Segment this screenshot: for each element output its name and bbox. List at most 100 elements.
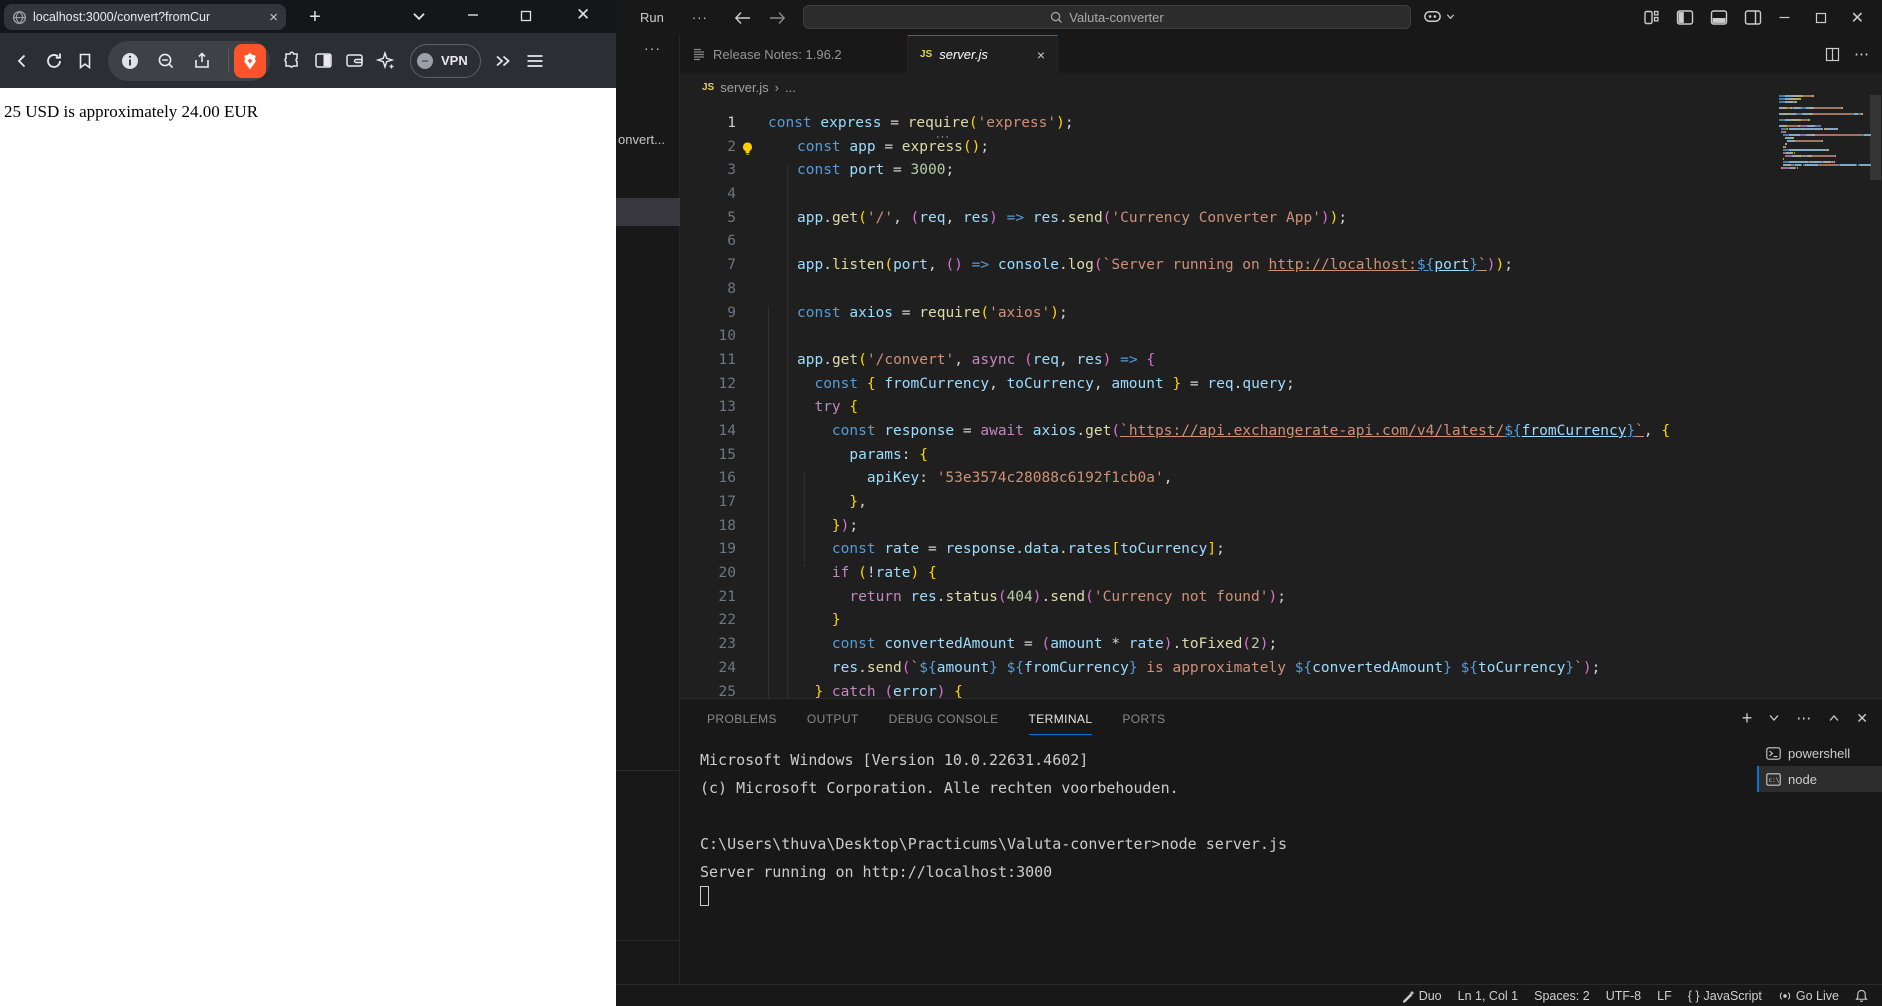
- overflow-chevrons-icon[interactable]: [493, 52, 513, 70]
- code-line[interactable]: const rate = response.data.rates[toCurre…: [768, 538, 1670, 562]
- new-tab-button[interactable]: +: [302, 5, 328, 29]
- new-terminal-icon[interactable]: +: [1742, 708, 1753, 729]
- editor-more-actions-icon[interactable]: ⋯: [1854, 45, 1870, 63]
- panel-tab-debug-console[interactable]: DEBUG CONSOLE: [889, 702, 999, 734]
- vpn-button[interactable]: − VPN: [410, 43, 481, 78]
- code-line[interactable]: const response = await axios.get(`https:…: [768, 420, 1670, 444]
- minimap[interactable]: [1779, 95, 1871, 170]
- code-line[interactable]: [768, 325, 1670, 349]
- editor-code-lines[interactable]: const express = require('express'); const…: [768, 112, 1670, 698]
- code-line[interactable]: [768, 278, 1670, 302]
- code-line[interactable]: } catch (error) {: [768, 681, 1670, 699]
- code-line[interactable]: app.get('/', (req, res) => res.send('Cur…: [768, 207, 1670, 231]
- panel-tab-terminal[interactable]: TERMINAL: [1028, 702, 1093, 735]
- nav-forward-icon[interactable]: [769, 11, 786, 25]
- code-line[interactable]: res.send(`${amount} ${fromCurrency} is a…: [768, 657, 1670, 681]
- browser-minimize-button[interactable]: [462, 8, 484, 22]
- status-item-encoding[interactable]: UTF-8: [1606, 989, 1641, 1003]
- status-item-language[interactable]: { } JavaScript: [1688, 989, 1762, 1003]
- sidebar-more-actions[interactable]: ···: [644, 40, 661, 56]
- panel-maximize-chevron-icon[interactable]: [1829, 714, 1839, 722]
- code-line[interactable]: const app = express();: [768, 136, 1670, 160]
- nav-back-icon[interactable]: [734, 11, 751, 25]
- terminal-dropdown-chevron-icon[interactable]: [1769, 714, 1779, 722]
- code-line[interactable]: params: {: [768, 444, 1670, 468]
- panel-tab-output[interactable]: OUTPUT: [807, 702, 859, 734]
- toggle-panel-icon[interactable]: [1710, 9, 1728, 26]
- tab-close-icon[interactable]: ×: [269, 10, 278, 25]
- code-line[interactable]: const port = 3000;: [768, 159, 1670, 183]
- toggle-secondary-sidebar-icon[interactable]: [1744, 9, 1762, 26]
- code-line[interactable]: const { fromCurrency, toCurrency, amount…: [768, 373, 1670, 397]
- bookmark-icon[interactable]: [76, 52, 94, 70]
- status-item-eol[interactable]: LF: [1657, 989, 1672, 1003]
- menu-run[interactable]: Run: [632, 7, 672, 28]
- menu-more-ellipsis[interactable]: ···: [684, 7, 716, 28]
- brave-rewards-icon[interactable]: [234, 43, 266, 78]
- split-editor-icon[interactable]: [1825, 47, 1840, 62]
- breadcrumb[interactable]: JS server.js › ...: [702, 73, 796, 101]
- panel-tab-ports[interactable]: PORTS: [1122, 702, 1165, 734]
- status-item-duo[interactable]: Duo: [1401, 989, 1442, 1003]
- line-number: 2: [727, 138, 736, 155]
- vscode-minimize-button[interactable]: [1778, 11, 1791, 24]
- share-icon[interactable]: [192, 51, 212, 71]
- leo-ai-sparkle-icon[interactable]: [376, 50, 396, 71]
- zoom-out-icon[interactable]: [156, 51, 176, 71]
- code-line[interactable]: const express = require('express');: [768, 112, 1670, 136]
- sidebar-selected-item[interactable]: [616, 198, 680, 226]
- code-editor[interactable]: 1 2 3 4 5 6 7 8 9 10 11 12 13 14 15 16 17 18 19 20 21 22 23 24 2…: [680, 101, 1870, 698]
- terminal-list-item-node[interactable]: c:\ node: [1757, 766, 1882, 792]
- code-line[interactable]: [768, 183, 1670, 207]
- terminal-list-item-powershell[interactable]: powershell: [1757, 740, 1882, 766]
- code-line[interactable]: }: [768, 609, 1670, 633]
- reload-icon[interactable]: [44, 51, 64, 71]
- vscode-maximize-button[interactable]: [1815, 12, 1827, 24]
- sidebar-folder-label[interactable]: onvert...: [618, 132, 680, 147]
- code-line[interactable]: const axios = require('axios');: [768, 302, 1670, 326]
- code-line[interactable]: [768, 230, 1670, 254]
- divider: [228, 48, 229, 73]
- breadcrumb-more[interactable]: ...: [785, 80, 796, 95]
- code-line[interactable]: },: [768, 491, 1670, 515]
- code-line[interactable]: const convertedAmount = (amount * rate).…: [768, 633, 1670, 657]
- code-line[interactable]: if (!rate) {: [768, 562, 1670, 586]
- code-line[interactable]: apiKey: '53e3574c28088c6192f1cb0a',: [768, 467, 1670, 491]
- breadcrumb-file[interactable]: server.js: [720, 80, 768, 95]
- browser-maximize-button[interactable]: [520, 10, 532, 22]
- terminal-output[interactable]: Microsoft Windows [Version 10.0.22631.46…: [700, 746, 1287, 886]
- extensions-puzzle-icon[interactable]: [282, 50, 302, 71]
- browser-close-button[interactable]: ✕: [576, 5, 590, 25]
- site-info-icon[interactable]: [120, 51, 140, 71]
- code-line[interactable]: try {: [768, 396, 1670, 420]
- editor-scrollbar[interactable]: [1870, 95, 1881, 180]
- lightbulb-icon[interactable]: [740, 141, 755, 157]
- panel-tab-problems[interactable]: PROBLEMS: [707, 702, 777, 734]
- tab-close-icon[interactable]: ×: [1037, 47, 1045, 63]
- browser-tab[interactable]: localhost:3000/convert?fromCur ×: [4, 4, 286, 30]
- status-item-cursor[interactable]: Ln 1, Col 1: [1458, 989, 1518, 1003]
- line-number: 7: [727, 257, 736, 274]
- tab-release-notes[interactable]: Release Notes: 1.96.2: [680, 35, 908, 73]
- tab-server-js[interactable]: JS server.js ×: [908, 35, 1058, 73]
- customize-layout-icon[interactable]: [1643, 9, 1660, 26]
- command-center-search[interactable]: Valuta-converter: [803, 5, 1411, 29]
- status-item-golive[interactable]: Go Live: [1778, 989, 1839, 1003]
- panel-close-icon[interactable]: ✕: [1856, 710, 1868, 727]
- panel-more-actions-icon[interactable]: ⋯: [1796, 709, 1812, 727]
- code-line[interactable]: app.listen(port, () => console.log(`Serv…: [768, 254, 1670, 278]
- code-line[interactable]: });: [768, 515, 1670, 539]
- sidebar-toggle-icon[interactable]: [314, 51, 333, 70]
- back-icon[interactable]: [12, 51, 32, 71]
- status-item-bell[interactable]: [1855, 989, 1868, 1003]
- copilot-icon[interactable]: [1422, 6, 1455, 27]
- vscode-close-button[interactable]: ✕: [1851, 8, 1864, 28]
- wallet-icon[interactable]: [345, 51, 364, 70]
- tab-search-chevron-icon[interactable]: [410, 7, 428, 25]
- code-line[interactable]: app.get('/convert', async (req, res) => …: [768, 349, 1670, 373]
- status-item-indent[interactable]: Spaces: 2: [1534, 989, 1590, 1003]
- toggle-primary-sidebar-icon[interactable]: [1676, 9, 1694, 26]
- code-line[interactable]: return res.status(404).send('Currency no…: [768, 586, 1670, 610]
- editor-tab-bar: Release Notes: 1.96.2 JS server.js ×: [680, 35, 1882, 73]
- menu-hamburger-icon[interactable]: [525, 52, 545, 70]
